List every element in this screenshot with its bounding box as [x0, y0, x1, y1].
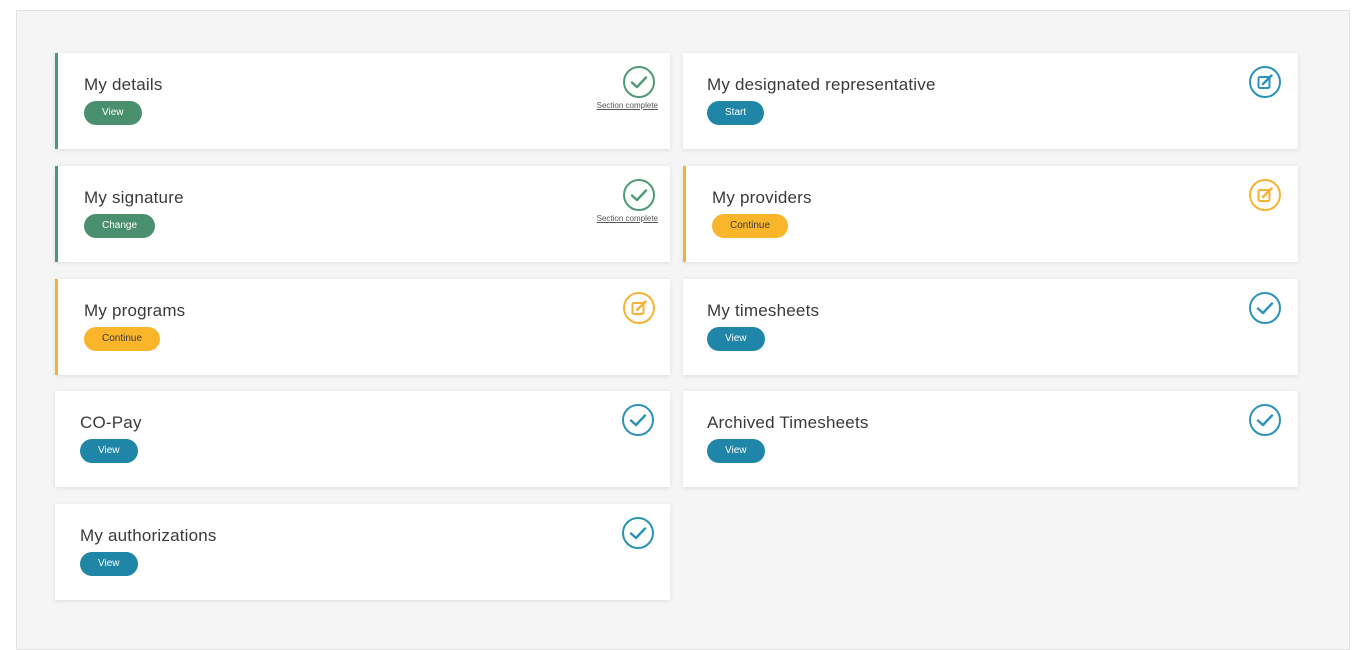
card-co-pay: CO-Pay View [55, 391, 670, 487]
check-circle-icon [1248, 291, 1282, 325]
view-button[interactable]: View [80, 552, 138, 576]
card-my-details: My details View Section complete [55, 53, 670, 149]
start-button[interactable]: Start [707, 101, 765, 125]
card-archived-timesheets: Archived Timesheets View [683, 391, 1298, 487]
section-complete-label: Section complete [596, 101, 658, 110]
card-title: My signature [84, 188, 184, 207]
view-button[interactable]: View [84, 101, 142, 125]
card-title: My programs [84, 301, 186, 320]
view-button[interactable]: View [707, 327, 765, 351]
check-circle-icon [622, 65, 656, 99]
view-button[interactable]: View [80, 439, 138, 463]
view-button[interactable]: View [707, 439, 765, 463]
card-my-signature: My signature Change Section complete [55, 166, 670, 262]
card-my-timesheets: My timesheets View [683, 279, 1298, 375]
card-title: My details [84, 75, 163, 94]
check-circle-icon [621, 403, 655, 437]
check-circle-icon [621, 516, 655, 550]
card-my-designated-representative: My designated representative Start [683, 53, 1298, 149]
card-title: My designated representative [707, 75, 936, 94]
card-title: My authorizations [80, 526, 217, 545]
card-my-providers: My providers Continue [683, 166, 1298, 262]
section-complete-label: Section complete [596, 214, 658, 223]
continue-button[interactable]: Continue [84, 327, 161, 351]
card-title: CO-Pay [80, 413, 142, 432]
change-button[interactable]: Change [84, 214, 156, 238]
card-title: Archived Timesheets [707, 413, 869, 432]
edit-icon [1248, 178, 1282, 212]
card-my-programs: My programs Continue [55, 279, 670, 375]
check-circle-icon [622, 178, 656, 212]
continue-button[interactable]: Continue [712, 214, 789, 238]
card-my-authorizations: My authorizations View [55, 504, 670, 600]
card-title: My providers [712, 188, 812, 207]
card-title: My timesheets [707, 301, 820, 320]
edit-icon [1248, 65, 1282, 99]
edit-icon [622, 291, 656, 325]
check-circle-icon [1248, 403, 1282, 437]
